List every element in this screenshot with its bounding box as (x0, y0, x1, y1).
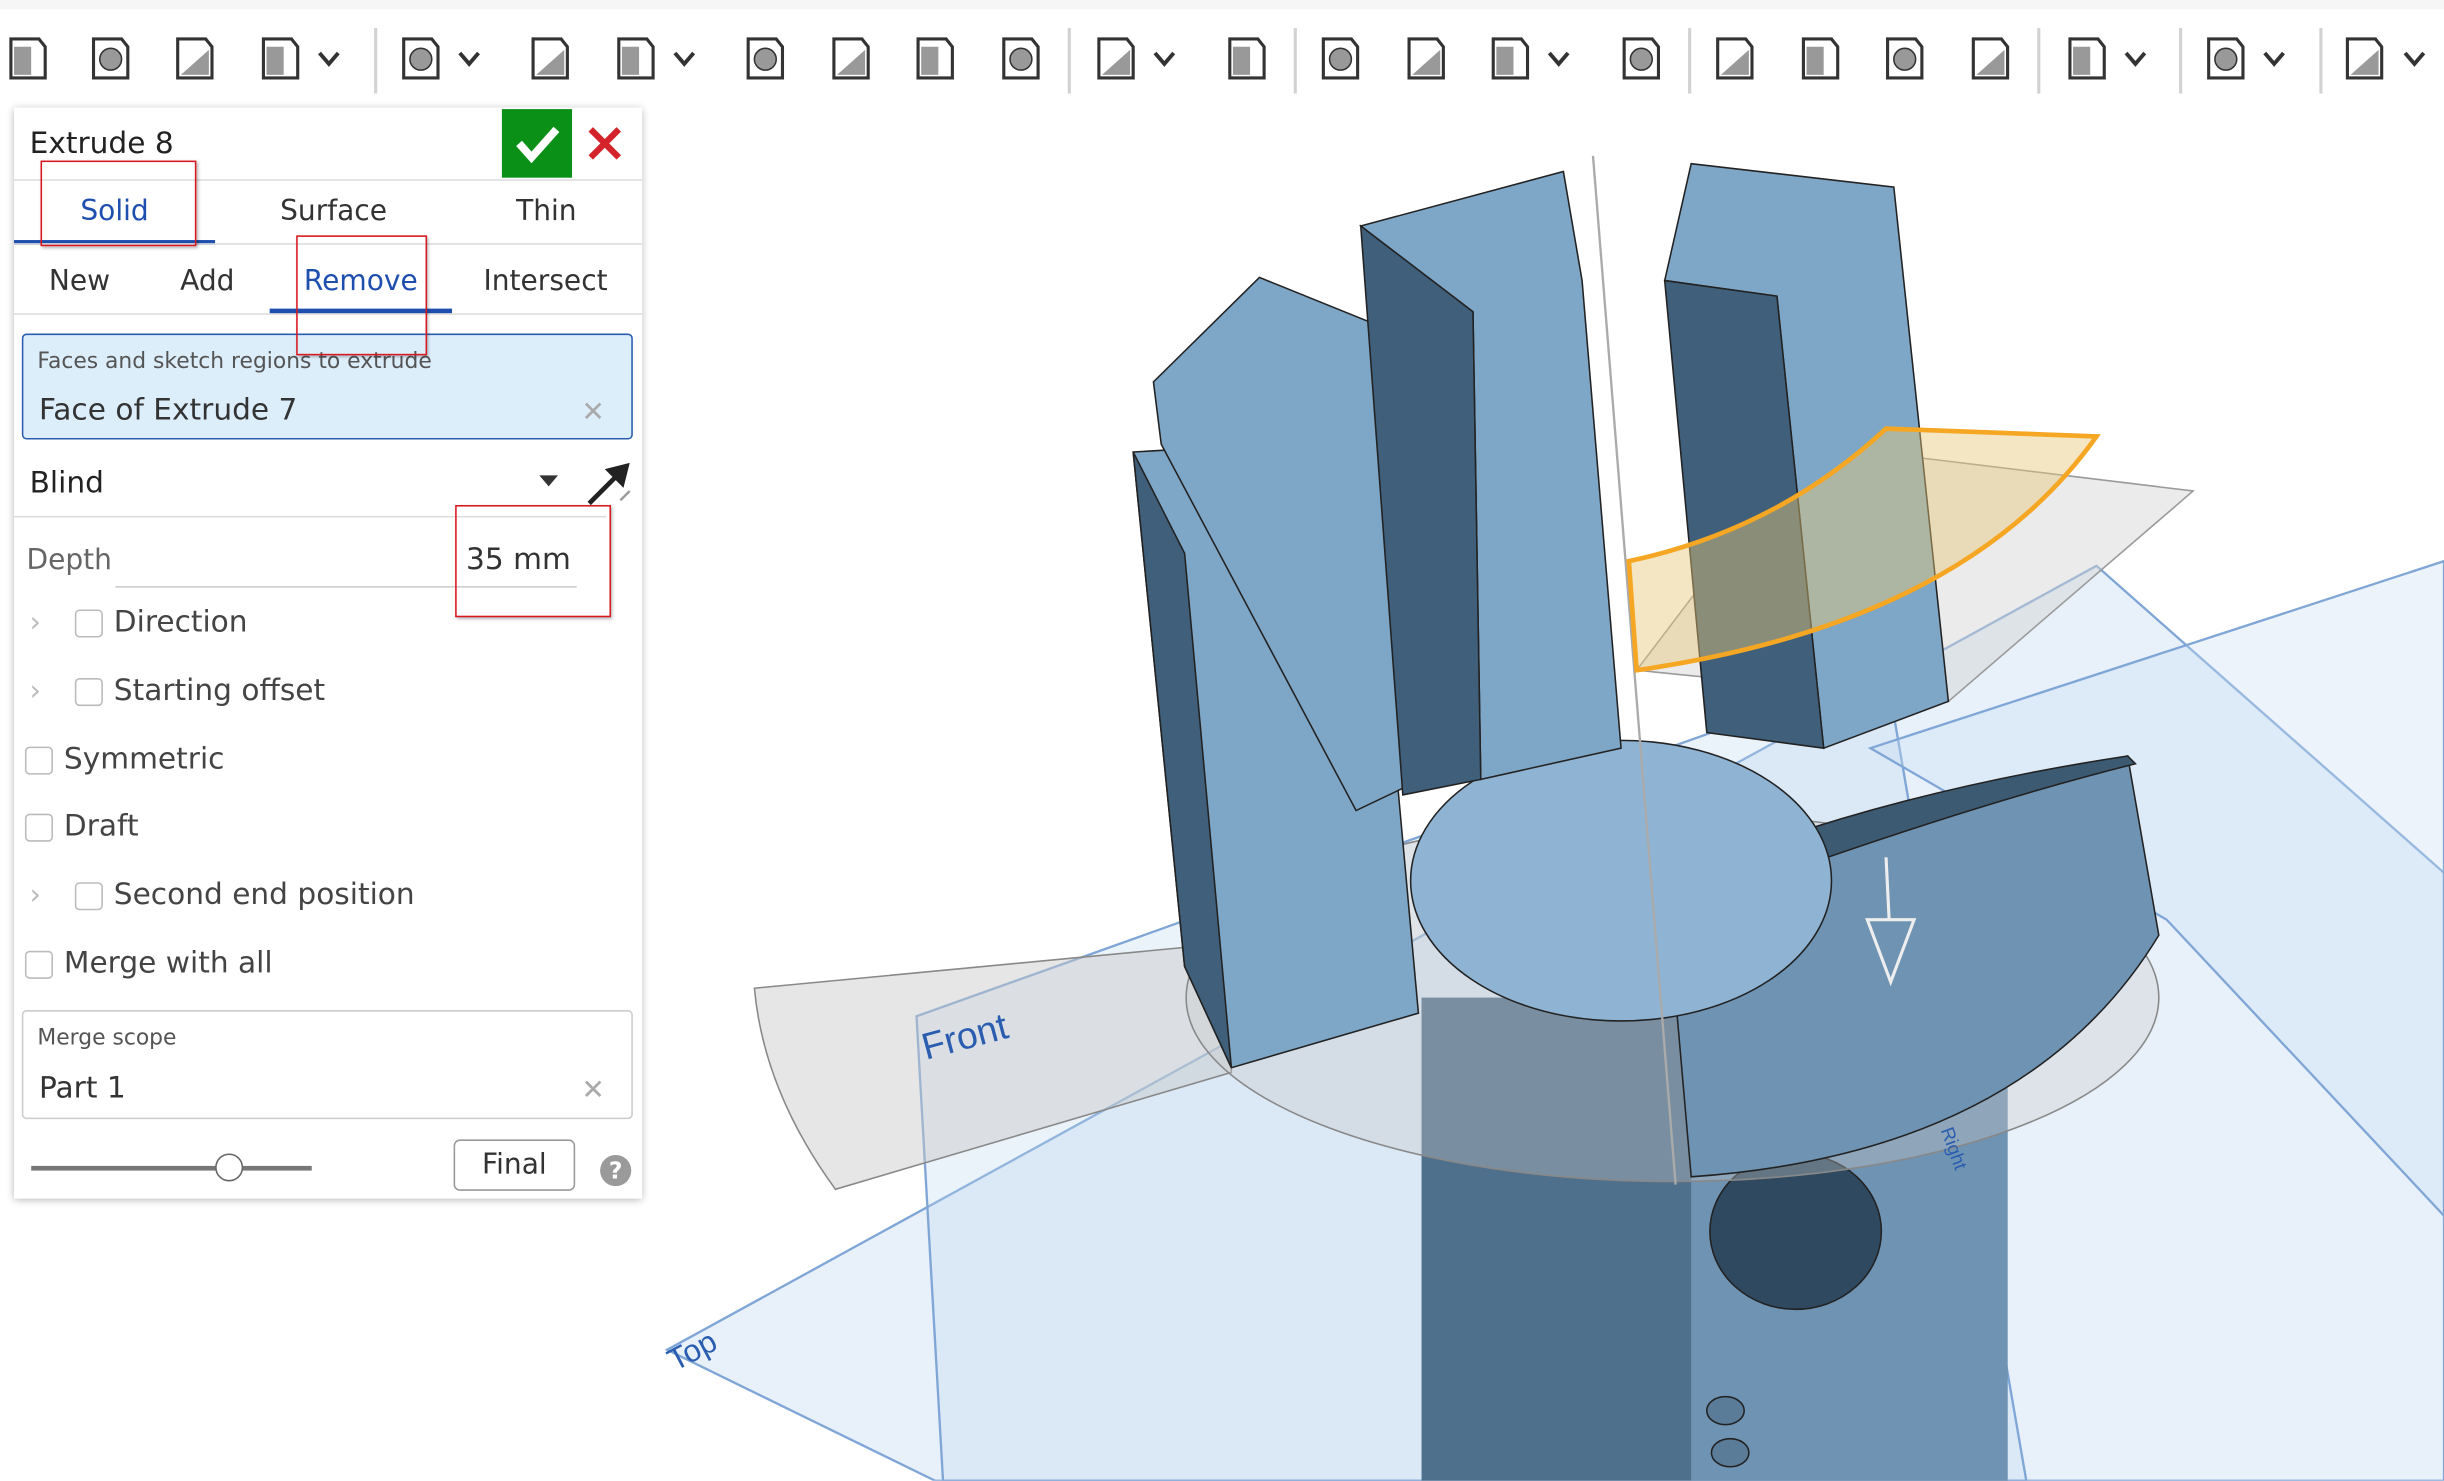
toolbar-separator (2319, 28, 2323, 94)
merge-scope-value: Part 1 (38, 1070, 126, 1106)
app: Front Top Right Extrude 8 Solid Surface … (0, 0, 2444, 1481)
loft-icon[interactable] (167, 31, 220, 84)
revolve-icon[interactable] (0, 31, 53, 84)
expand-chevron-icon[interactable]: › (30, 675, 41, 708)
chevron-down-icon[interactable] (1150, 44, 1178, 72)
direction-label: Direction (113, 604, 248, 640)
merge-scope-label: Merge scope (37, 1025, 177, 1051)
direction-checkbox[interactable] (74, 609, 103, 638)
small-hole (1710, 1437, 1750, 1468)
modify-face-icon[interactable] (1707, 31, 1760, 84)
clear-selection-icon[interactable]: ✕ (581, 396, 605, 429)
rollback-slider[interactable] (31, 1165, 312, 1171)
transform-icon[interactable] (1482, 31, 1535, 84)
depth-label: Depth (26, 543, 112, 577)
tab-intersect[interactable]: Intersect (466, 265, 625, 298)
toolbar-separator (1293, 28, 1297, 94)
sweep-icon[interactable] (83, 31, 136, 84)
merge-with-all-checkbox[interactable] (24, 950, 53, 979)
boolean-icon[interactable] (1312, 31, 1365, 84)
fillet-icon[interactable] (393, 31, 446, 84)
chevron-down-icon[interactable] (315, 44, 343, 72)
draft-checkbox[interactable] (24, 813, 53, 842)
sheet-metal-icon[interactable] (2198, 31, 2251, 84)
dropdown-caret-icon[interactable] (539, 475, 559, 487)
toolbar-separator (374, 28, 378, 94)
rib-icon[interactable] (737, 31, 790, 84)
starting-offset-checkbox[interactable] (74, 678, 103, 707)
disk-top[interactable] (1409, 739, 1833, 1022)
merge-scope-field[interactable]: Merge scope Part 1 ✕ (21, 1010, 633, 1120)
chevron-down-icon[interactable] (455, 44, 483, 72)
annotation-box-solid (40, 160, 197, 247)
mirror-icon[interactable] (1219, 31, 1272, 84)
chevron-down-icon[interactable] (2400, 44, 2428, 72)
delete-face-icon[interactable] (1793, 31, 1846, 84)
annotation-box-depth (455, 505, 612, 618)
selection-value: Face of Extrude 7 (38, 392, 298, 428)
second-end-position-checkbox[interactable] (74, 882, 103, 911)
delete-part-icon[interactable] (1613, 31, 1666, 84)
cancel-button[interactable] (581, 120, 628, 167)
chevron-down-icon[interactable] (2121, 44, 2149, 72)
expand-chevron-icon[interactable]: › (30, 879, 41, 912)
shell-icon[interactable] (823, 31, 876, 84)
draft-label: Draft (63, 808, 139, 844)
chevron-down-icon[interactable] (670, 44, 698, 72)
annotation-box-remove (296, 235, 428, 356)
hole-icon[interactable] (907, 31, 960, 84)
starting-offset-label: Starting offset (113, 673, 326, 708)
chevron-down-icon[interactable] (1545, 44, 1573, 72)
clear-merge-scope-icon[interactable]: ✕ (581, 1074, 605, 1107)
chamfer-icon[interactable] (522, 31, 575, 84)
close-icon (588, 127, 622, 160)
checkmark-icon (516, 126, 560, 164)
tab-new[interactable]: New (36, 265, 123, 298)
pattern-icon[interactable] (1088, 31, 1141, 84)
merge-with-all-label: Merge with all (63, 946, 273, 981)
symmetric-label: Symmetric (63, 741, 225, 777)
top-strip (0, 0, 2444, 10)
flip-direction-icon[interactable] (583, 460, 633, 510)
move-face-icon[interactable] (1877, 31, 1930, 84)
expand-chevron-icon[interactable]: › (30, 606, 41, 639)
toolbar-separator (2037, 28, 2041, 94)
tab-add[interactable]: Add (167, 265, 248, 298)
toolbar-separator (2179, 28, 2183, 94)
confirm-button[interactable] (501, 109, 573, 178)
small-hole (1705, 1395, 1745, 1426)
split-icon[interactable] (1398, 31, 1451, 84)
dialog-title: Extrude 8 (29, 126, 174, 161)
final-button[interactable]: Final (453, 1139, 576, 1191)
tab-surface[interactable]: Surface (232, 195, 435, 228)
replace-face-icon[interactable] (1962, 31, 2015, 84)
end-type-dropdown[interactable]: Blind (30, 466, 104, 500)
slider-thumb[interactable] (215, 1153, 244, 1182)
draft-icon[interactable] (608, 31, 661, 84)
symmetric-checkbox[interactable] (24, 746, 53, 775)
toolbar-separator (1688, 28, 1692, 94)
plane-icon[interactable] (2059, 31, 2112, 84)
chevron-down-icon[interactable] (2260, 44, 2288, 72)
second-end-position-label: Second end position (113, 877, 415, 912)
help-icon[interactable]: ? (600, 1154, 632, 1187)
tab-thin[interactable]: Thin (450, 195, 642, 228)
thicken-icon[interactable] (253, 31, 306, 84)
flange-icon[interactable] (2336, 31, 2389, 84)
thread-icon[interactable] (993, 31, 1046, 84)
toolbar-separator (1067, 28, 1071, 94)
feature-toolbar (0, 9, 2444, 100)
